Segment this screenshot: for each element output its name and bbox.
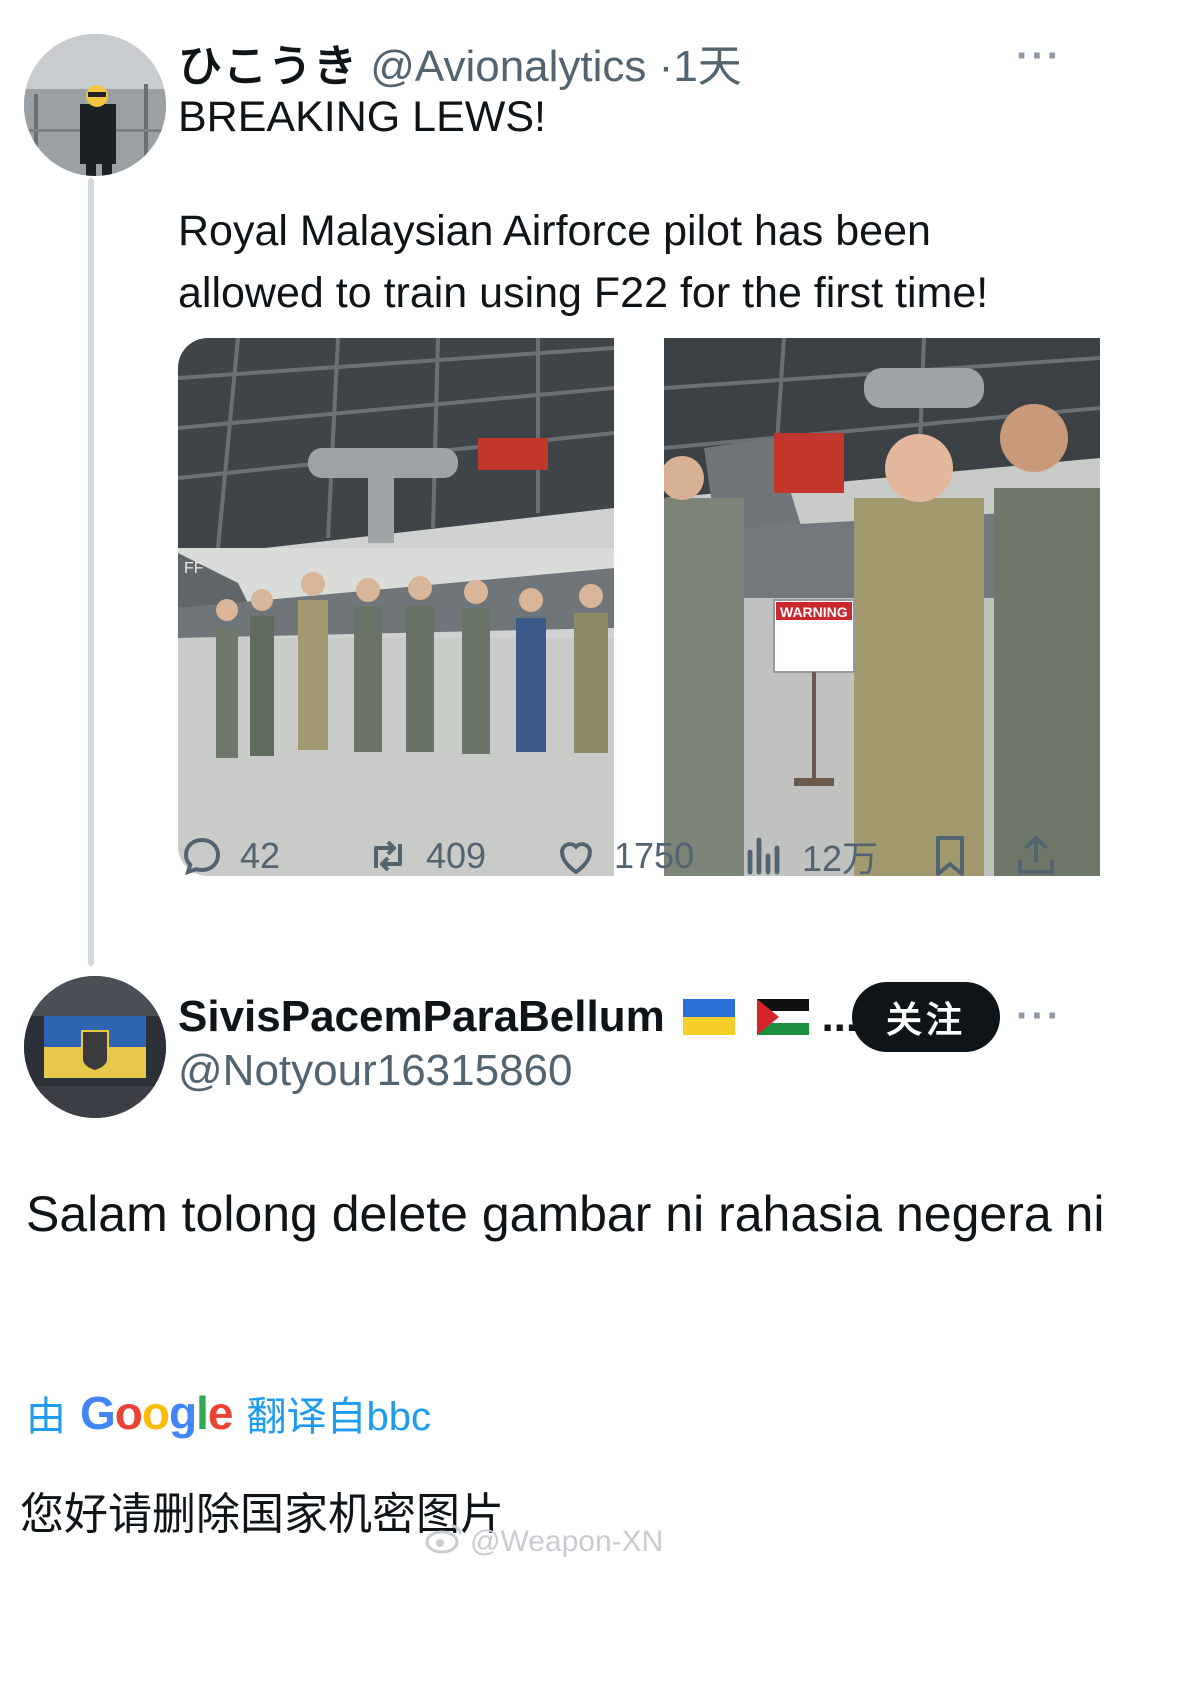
retweet-count: 409 (426, 835, 487, 876)
media-photo-right[interactable]: WARNING (664, 338, 1138, 876)
weibo-logo-icon (424, 1522, 464, 1562)
views-button[interactable]: 12万 (740, 830, 878, 882)
retweet-button[interactable]: 409 (364, 832, 486, 880)
warning-sign-text: WARNING (780, 604, 848, 620)
reply-author-display-name[interactable]: SivisPacemParaBellum (178, 992, 665, 1041)
like-button[interactable]: 1750 (552, 832, 694, 880)
google-logo-letter: o (141, 1387, 170, 1439)
reply-button[interactable]: 42 (178, 832, 280, 880)
ukraine-flag-icon (682, 996, 735, 1046)
tweet-headline: BREAKING LEWS! (178, 93, 546, 141)
author-avatar[interactable] (24, 34, 166, 176)
tweet-more-icon[interactable]: ··· (1016, 34, 1062, 79)
follow-button[interactable]: 关注 (852, 982, 1000, 1052)
translate-prefix: 由 (26, 1395, 66, 1439)
thread-connector-line (88, 178, 94, 966)
reply-author-name-row: SivisPacemParaBellum ... (178, 992, 858, 1046)
tweet-timestamp[interactable]: 1天 (673, 42, 741, 91)
heart-icon (559, 842, 593, 875)
google-logo-letter: e (207, 1387, 234, 1439)
translation-attribution[interactable]: 由 Google 翻译自bbc (26, 1384, 431, 1442)
reply-author-avatar[interactable] (24, 976, 166, 1118)
views-count: 12万 (802, 838, 879, 879)
palestine-flag-icon (757, 996, 810, 1046)
reply-count: 42 (240, 835, 281, 876)
media-photo-left[interactable]: FF (178, 338, 652, 876)
google-logo: Google (80, 1386, 234, 1440)
tweet-media: FF WARNING (178, 338, 1138, 876)
reply-author-handle[interactable]: @Notyour16315860 (178, 1046, 573, 1096)
reply-more-icon[interactable]: ··· (1016, 994, 1062, 1039)
retweet-icon (374, 840, 402, 872)
share-button[interactable] (1012, 832, 1074, 880)
google-logo-letter: l (196, 1387, 209, 1439)
header-separator: · (658, 42, 674, 91)
bookmark-icon (936, 836, 964, 876)
google-logo-letter: G (80, 1387, 116, 1439)
author-display-name[interactable]: ひこうき (178, 42, 358, 91)
like-count: 1750 (614, 835, 695, 876)
translate-suffix: 翻译自bbc (246, 1395, 431, 1439)
views-chart-icon (747, 837, 780, 875)
share-icon (1018, 836, 1054, 874)
reply-icon (183, 837, 221, 876)
tweet-body: Royal Malaysian Airforce pilot has been … (178, 207, 989, 317)
bookmark-button[interactable] (926, 832, 988, 880)
google-logo-letter: o (114, 1387, 143, 1439)
reply-text: Salam tolong delete gambar ni rahasia ne… (26, 1186, 1105, 1242)
author-handle[interactable]: @Avionalytics (370, 42, 646, 91)
watermark: @Weapon-XN (424, 1522, 663, 1562)
jet-tail-code: FF (184, 560, 204, 577)
google-logo-letter: g (169, 1387, 197, 1439)
tweet-header: ひこうき @Avionalytics ·1天 (178, 30, 742, 94)
watermark-text: @Weapon-XN (470, 1525, 664, 1558)
